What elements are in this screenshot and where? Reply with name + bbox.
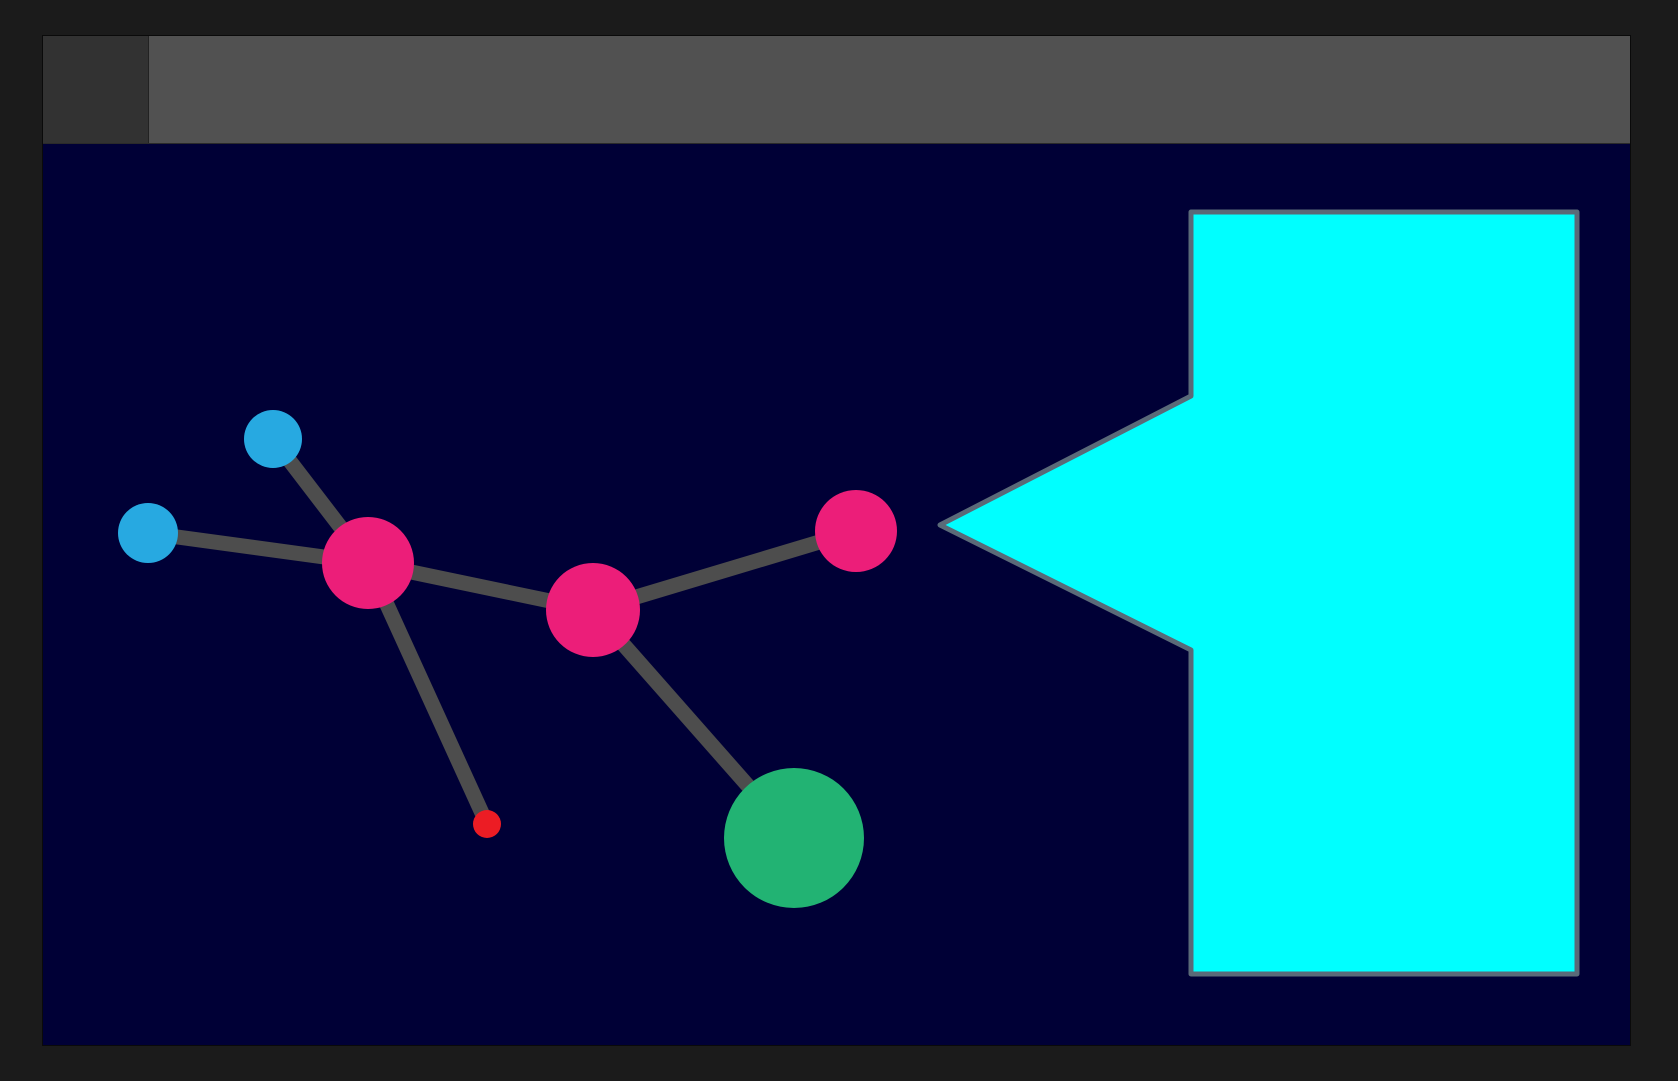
nodes-layer <box>118 410 897 908</box>
edges-layer <box>146 434 859 843</box>
green-node-large <box>724 768 864 908</box>
diagram-canvas <box>43 144 1630 1045</box>
app-window <box>42 35 1631 1046</box>
molecule-diagram <box>118 209 1580 977</box>
magenta-node-hub <box>322 517 414 609</box>
magenta-node-center <box>546 563 640 657</box>
speech-callout <box>937 209 1580 977</box>
menu-button[interactable] <box>43 36 149 143</box>
red-node-small <box>473 810 501 838</box>
blue-node-top-left <box>244 410 302 468</box>
app-frame <box>0 0 1678 1081</box>
magenta-node-right <box>815 490 897 572</box>
blue-node-left <box>118 503 178 563</box>
title-bar <box>43 36 1630 144</box>
